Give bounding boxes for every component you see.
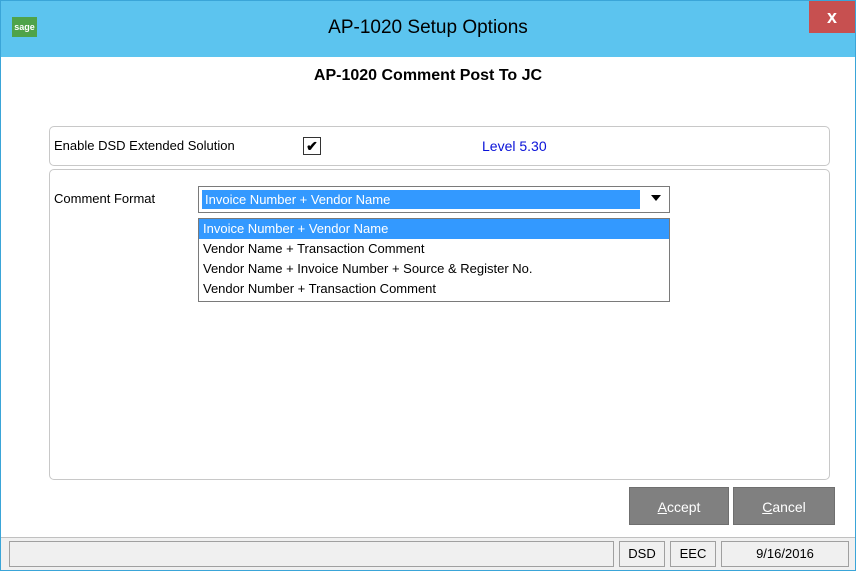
level-label: Level 5.30 — [482, 138, 547, 154]
status-date: 9/16/2016 — [721, 541, 849, 567]
comment-format-label: Comment Format — [54, 191, 156, 206]
status-bar: DSD EEC 9/16/2016 — [1, 537, 855, 570]
dropdown-option-vendor-number-transaction-comment[interactable]: Vendor Number + Transaction Comment — [199, 279, 669, 299]
accept-accelerator: A — [657, 499, 667, 515]
window-title: AP-1020 Setup Options — [328, 17, 528, 38]
status-dsd: DSD — [619, 541, 665, 567]
accept-button[interactable]: Accept — [629, 487, 729, 525]
cancel-label: ancel — [772, 499, 806, 515]
close-button[interactable]: x — [809, 1, 855, 33]
comment-format-dropdown-list: Invoice Number + Vendor Name Vendor Name… — [198, 218, 670, 302]
dropdown-option-vendor-name-invoice-source-register[interactable]: Vendor Name + Invoice Number + Source & … — [199, 259, 669, 279]
comment-format-selected-value: Invoice Number + Vendor Name — [202, 190, 640, 209]
comment-format-select[interactable]: Invoice Number + Vendor Name — [198, 186, 670, 213]
enable-dsd-label: Enable DSD Extended Solution — [54, 138, 235, 153]
chevron-down-icon[interactable] — [651, 195, 661, 201]
cancel-button[interactable]: Cancel — [733, 487, 835, 525]
setup-options-window: sage AP-1020 Setup Options x AP-1020 Com… — [0, 0, 856, 571]
status-eec: EEC — [670, 541, 716, 567]
options-group — [49, 169, 830, 480]
enable-dsd-checkbox[interactable]: ✔ — [303, 137, 321, 155]
panel-heading: AP-1020 Comment Post To JC — [313, 67, 543, 84]
dropdown-option-vendor-name-transaction-comment[interactable]: Vendor Name + Transaction Comment — [199, 239, 669, 259]
dropdown-option-invoice-vendor-name[interactable]: Invoice Number + Vendor Name — [199, 219, 669, 239]
status-message — [9, 541, 614, 567]
cancel-accelerator: C — [762, 499, 773, 515]
title-bar[interactable]: sage AP-1020 Setup Options x — [1, 1, 855, 57]
accept-label: ccept — [666, 499, 701, 515]
